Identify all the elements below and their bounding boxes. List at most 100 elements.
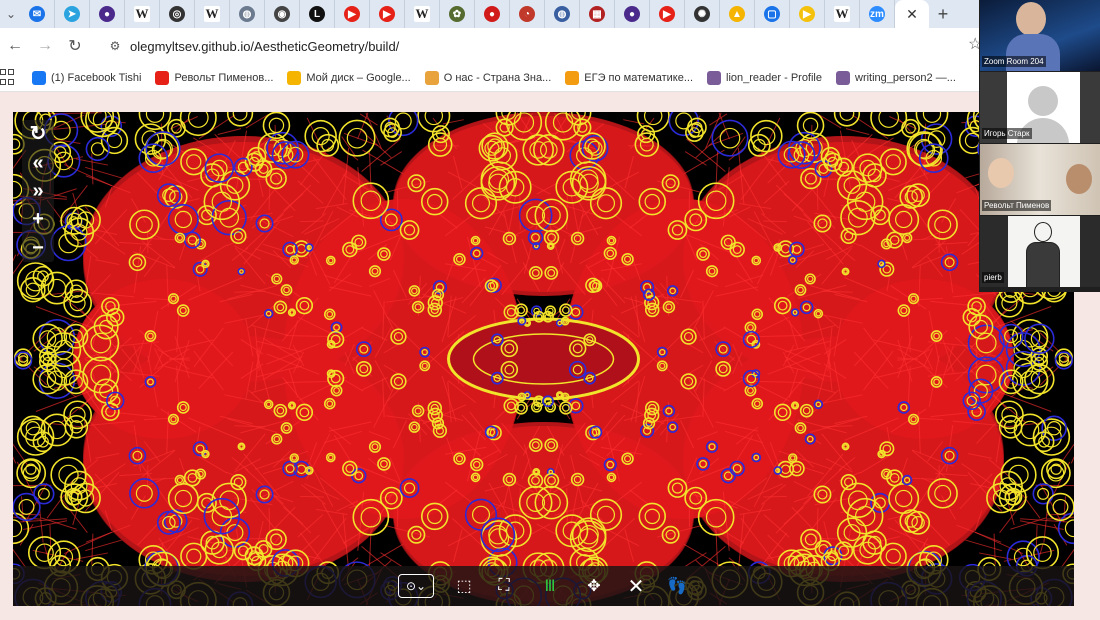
bookmark-item[interactable]: (1) Facebook Tishi — [32, 70, 141, 85]
portrait-body — [1026, 242, 1060, 287]
apps-grid-icon[interactable] — [0, 68, 18, 87]
browser-tab[interactable]: ▲ — [720, 0, 755, 28]
petal-streak — [1019, 520, 1064, 530]
ring-mark-inner — [51, 120, 71, 141]
bookmark-favicon-icon — [707, 70, 721, 85]
browser-tab[interactable]: ◎ — [160, 0, 195, 28]
participant-tile-igor[interactable]: Игорь Старк — [980, 72, 1100, 143]
close-tab-icon[interactable]: ✕ — [906, 6, 918, 23]
reload-icon[interactable]: ↻ — [60, 31, 90, 61]
petal-streak — [1070, 456, 1074, 464]
browser-tab[interactable]: W — [125, 0, 160, 28]
zoom-out-icon[interactable]: − — [32, 238, 44, 258]
petal-streak — [623, 119, 645, 125]
browser-tab[interactable]: ✉ — [20, 0, 55, 28]
browser-tab[interactable]: zm — [860, 0, 895, 28]
fullscreen-icon[interactable]: ⛶ — [492, 574, 516, 598]
fast-forward-icon[interactable]: » — [32, 181, 43, 201]
ring-mark-inner — [1008, 464, 1029, 485]
bookmark-favicon-icon — [836, 70, 850, 85]
bookmark-item[interactable]: writing_person2 —... — [836, 70, 956, 85]
browser-tab[interactable]: W — [825, 0, 860, 28]
footprints-icon[interactable]: 👣 — [664, 574, 690, 598]
participant-tile-revolt[interactable]: Револьт Пименов — [980, 144, 1100, 215]
petal-streak — [59, 496, 88, 533]
rewind-icon[interactable]: « — [32, 153, 43, 173]
geometry-canvas[interactable] — [13, 112, 1074, 606]
youtube-icon: ▶ — [344, 6, 360, 22]
petal-streak — [59, 185, 88, 222]
browser-tab[interactable]: ✺ — [685, 0, 720, 28]
pause-bars-icon[interactable]: Ⅲ — [538, 574, 562, 598]
browser-tab[interactable]: W — [405, 0, 440, 28]
ring-mark — [870, 112, 908, 137]
browser-tab[interactable]: ✿ — [440, 0, 475, 28]
side-control-panel: ↻ « » + − — [22, 120, 54, 262]
petal-streak — [999, 496, 1028, 533]
petal-streak — [217, 128, 242, 135]
app-icon: ◍ — [239, 6, 255, 22]
browser-tab[interactable]: ● — [475, 0, 510, 28]
bookmarks-bar: (1) Facebook Tishi Револьт Пименов... Мой … — [0, 64, 980, 92]
ring-mark-inner — [268, 117, 285, 134]
avatar-head-icon — [1028, 86, 1058, 116]
move-icon[interactable]: ✥ — [582, 574, 606, 598]
wikipedia-icon: W — [414, 6, 430, 22]
ring-mark-inner — [13, 519, 23, 538]
browser-tab[interactable]: ▦ — [580, 0, 615, 28]
browser-tab[interactable]: ● — [90, 0, 125, 28]
browser-tab[interactable]: ➤ — [55, 0, 90, 28]
bookmark-item[interactable]: О нас - Страна Зна... — [424, 70, 551, 85]
bookmark-item[interactable]: Револьт Пименов... — [155, 70, 273, 85]
ring-mark — [915, 112, 949, 131]
app-icon: ▶ — [799, 6, 815, 22]
ring-mark — [50, 224, 87, 262]
ring-mark-inner — [25, 421, 41, 436]
forward-arrow-icon[interactable]: → — [30, 31, 60, 61]
back-arrow-icon[interactable]: ← — [0, 31, 30, 61]
record-select-icon[interactable]: ⊙⌄ — [398, 574, 434, 598]
participant-portrait — [1008, 216, 1080, 287]
telegram-icon: ➤ — [64, 6, 80, 22]
select-pointer-icon[interactable]: ⬚ — [452, 574, 476, 598]
ring-mark-inner — [1037, 487, 1050, 500]
browser-tab[interactable]: W — [195, 0, 230, 28]
tab-search-chevron-icon[interactable]: ⌄ — [2, 0, 20, 29]
browser-tab[interactable]: ▢ — [755, 0, 790, 28]
site-info-icon[interactable]: ⚙ — [104, 35, 126, 57]
browser-tab[interactable]: L — [300, 0, 335, 28]
ring-mark-inner — [90, 142, 105, 156]
zoom-in-icon[interactable]: + — [32, 209, 44, 229]
app-icon: ✿ — [449, 6, 465, 22]
new-tab-button[interactable]: + — [929, 0, 957, 28]
petal-streak — [763, 220, 787, 223]
fractal-artwork — [13, 112, 1074, 606]
browser-tab[interactable]: ◍ — [545, 0, 580, 28]
ring-mark-inner — [1046, 421, 1062, 436]
address-bar[interactable]: ⚙ olegmyltsev.github.io/AestheticGeometr… — [100, 32, 980, 60]
browser-tab[interactable]: ◔ — [510, 0, 545, 28]
browser-tab[interactable]: ▶ — [650, 0, 685, 28]
checker-icon: ▦ — [589, 6, 605, 22]
browser-tab[interactable]: ● — [615, 0, 650, 28]
participant-tile-pierb[interactable]: pierb — [980, 216, 1100, 287]
bookmark-favicon-icon — [155, 70, 170, 85]
browser-tab[interactable]: ▶ — [790, 0, 825, 28]
rotate-icon[interactable]: ↻ — [30, 124, 47, 144]
participant-tile-zoom-room[interactable]: Zoom Room 204 — [980, 0, 1100, 71]
ring-mark — [1040, 458, 1071, 489]
browser-tab[interactable]: ◍ — [230, 0, 265, 28]
mail-icon: ✉ — [29, 6, 45, 22]
bookmark-item[interactable]: ЕГЭ по математике... — [565, 70, 693, 85]
browser-tab[interactable]: ◉ — [265, 0, 300, 28]
ring-mark-inner — [25, 282, 41, 297]
ring-mark-inner — [922, 112, 942, 123]
bookmark-item[interactable]: Мой диск – Google... — [287, 70, 411, 85]
browser-tab[interactable]: ▶ — [370, 0, 405, 28]
app-icon: ◉ — [274, 6, 290, 22]
close-icon[interactable]: ✕ — [624, 574, 648, 598]
tab-active[interactable]: ✕ — [895, 0, 929, 28]
bookmark-item[interactable]: lion_reader - Profile — [707, 70, 822, 85]
ring-mark — [40, 271, 74, 305]
browser-tab[interactable]: ▶ — [335, 0, 370, 28]
